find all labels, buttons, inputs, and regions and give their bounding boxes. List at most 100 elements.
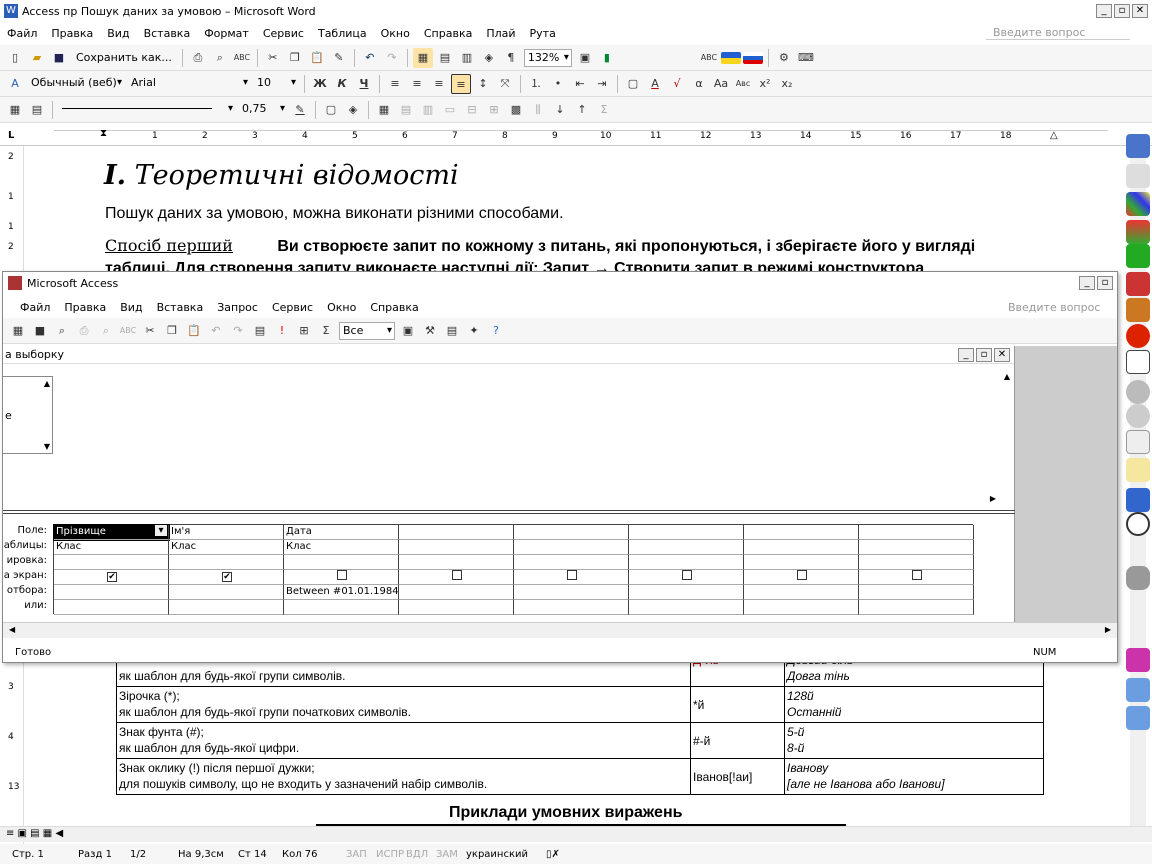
qbe-table-cell[interactable]: [629, 540, 744, 555]
qbe-criteria-cell[interactable]: Between #01.01.1984: [284, 585, 399, 600]
new-object-icon[interactable]: ✦: [464, 321, 484, 341]
scroll-left-arrow[interactable]: ◀: [9, 625, 15, 634]
access-menu-tools[interactable]: Сервис: [265, 301, 320, 314]
field-list-scroll-down[interactable]: ▼: [44, 442, 50, 451]
qbe-criteria-cell[interactable]: [54, 585, 169, 600]
qbe-sort-cell[interactable]: [284, 555, 399, 570]
style-select[interactable]: Обычный (веб): [28, 75, 124, 93]
horizontal-scrollbar-word[interactable]: ≡ ▣ ▤ ▦ ◀: [0, 826, 1152, 842]
restore-button[interactable]: ▫: [1114, 4, 1130, 18]
numbering-icon[interactable]: ⒈: [526, 74, 546, 94]
access-save-icon[interactable]: ■: [30, 321, 50, 341]
calculator-icon[interactable]: [1126, 430, 1150, 454]
qbe-sort-cell[interactable]: [514, 555, 629, 570]
qbe-field-cell[interactable]: [514, 525, 629, 540]
split-cells-icon[interactable]: ▥: [418, 100, 438, 120]
show-checkbox[interactable]: [912, 570, 922, 580]
qbe-sort-cell[interactable]: [54, 555, 169, 570]
print-preview-icon[interactable]: ⌕: [210, 48, 230, 68]
access-paste-icon[interactable]: 📋: [184, 321, 204, 341]
excel-icon[interactable]: [1126, 244, 1150, 268]
build-icon[interactable]: ⚒: [420, 321, 440, 341]
show-hide-icon[interactable]: ¶: [501, 48, 521, 68]
qbe-table-cell[interactable]: Клас: [54, 540, 169, 555]
qbe-field-cell[interactable]: [629, 525, 744, 540]
menu-view[interactable]: Вид: [100, 27, 136, 40]
open-icon[interactable]: ▰: [27, 48, 47, 68]
font-case-icon[interactable]: Aa: [711, 74, 731, 94]
addon-icon[interactable]: ⌨: [796, 48, 816, 68]
qbe-field-cell[interactable]: Ім'я: [169, 525, 284, 540]
shading-icon[interactable]: ◈: [343, 100, 363, 120]
table-field-list[interactable]: е ▲ ▼: [3, 376, 53, 454]
font-select[interactable]: Arial: [128, 75, 250, 93]
search-icon[interactable]: ⌕: [52, 321, 72, 341]
qbe-field-cell[interactable]: Прізвище: [53, 524, 170, 541]
qbe-show-cell[interactable]: [284, 570, 399, 585]
query-close-button[interactable]: ✕: [994, 347, 1010, 362]
cut-icon[interactable]: ✂: [263, 48, 283, 68]
zoom-select[interactable]: 132%: [523, 48, 572, 67]
access-redo-icon[interactable]: ↷: [228, 321, 248, 341]
align-cells-icon[interactable]: ▭: [440, 100, 460, 120]
qbe-show-cell[interactable]: [629, 570, 744, 585]
autosum-icon[interactable]: Σ: [594, 100, 614, 120]
bold-button[interactable]: Ж: [310, 74, 330, 94]
drawing-icon[interactable]: ◈: [479, 48, 499, 68]
qbe-or-cell[interactable]: [54, 600, 169, 615]
underline-button[interactable]: Ч: [354, 74, 374, 94]
subscript-icon[interactable]: x₂: [777, 74, 797, 94]
qbe-show-cell[interactable]: [399, 570, 514, 585]
macro-icon[interactable]: ⚙: [774, 48, 794, 68]
save-as-button[interactable]: Сохранить как...: [76, 51, 172, 64]
new-doc-icon[interactable]: ▯: [5, 48, 25, 68]
qbe-sort-cell[interactable]: [629, 555, 744, 570]
insert-table-icon-2[interactable]: ▦: [374, 100, 394, 120]
help-icon[interactable]: ▮: [597, 48, 617, 68]
field-dropdown-icon[interactable]: ▾: [155, 525, 167, 536]
top-values-select[interactable]: Все: [339, 321, 395, 340]
scroll-right-arrow[interactable]: ▶: [1105, 625, 1111, 634]
at-icon[interactable]: [1126, 404, 1150, 428]
line-weight-select[interactable]: 0,75: [239, 101, 287, 119]
superscript-icon[interactable]: x²: [755, 74, 775, 94]
show-checkbox[interactable]: [797, 570, 807, 580]
qbe-table-cell[interactable]: Клас: [169, 540, 284, 555]
menu-window[interactable]: Окно: [374, 27, 417, 40]
qbe-or-cell[interactable]: [514, 600, 629, 615]
undo-icon[interactable]: ↶: [360, 48, 380, 68]
field-list-scroll-up[interactable]: ▲: [44, 379, 50, 388]
qbe-criteria-cell[interactable]: [399, 585, 514, 600]
access-preview-icon[interactable]: ⌕: [96, 321, 116, 341]
menu-table[interactable]: Таблица: [311, 27, 374, 40]
qbe-table-cell[interactable]: [514, 540, 629, 555]
qbe-or-cell[interactable]: [744, 600, 859, 615]
indent-marker[interactable]: ⧗: [100, 128, 107, 139]
qbe-sort-cell[interactable]: [399, 555, 514, 570]
qbe-table-cell[interactable]: Клас: [284, 540, 399, 555]
qbe-criteria-cell[interactable]: [514, 585, 629, 600]
qbe-or-cell[interactable]: [629, 600, 744, 615]
fields-icon[interactable]: ▤: [27, 100, 47, 120]
show-checkbox[interactable]: [682, 570, 692, 580]
app2-icon[interactable]: [1126, 220, 1150, 244]
border-icon[interactable]: ▢: [623, 74, 643, 94]
redo-icon[interactable]: ↷: [382, 48, 402, 68]
menu-format[interactable]: Формат: [197, 27, 256, 40]
access-spelling-icon[interactable]: ABC: [118, 321, 138, 341]
access-undo-icon[interactable]: ↶: [206, 321, 226, 341]
menu-file[interactable]: Файл: [0, 27, 44, 40]
access-cut-icon[interactable]: ✂: [140, 321, 160, 341]
font-color-icon[interactable]: A: [645, 74, 665, 94]
show-checkbox[interactable]: [337, 570, 347, 580]
read-icon[interactable]: ▣: [575, 48, 595, 68]
access-copy-icon[interactable]: ❐: [162, 321, 182, 341]
dice-icon[interactable]: [1126, 458, 1150, 482]
insert-excel-icon[interactable]: ▥: [457, 48, 477, 68]
justify-icon[interactable]: ≡: [451, 73, 471, 94]
access-restore-button[interactable]: ▫: [1097, 276, 1113, 290]
qbe-field-cell[interactable]: [399, 525, 514, 540]
pane-splitter[interactable]: [3, 510, 1015, 514]
greek-icon[interactable]: α: [689, 74, 709, 94]
pen-icon[interactable]: [1126, 298, 1150, 322]
